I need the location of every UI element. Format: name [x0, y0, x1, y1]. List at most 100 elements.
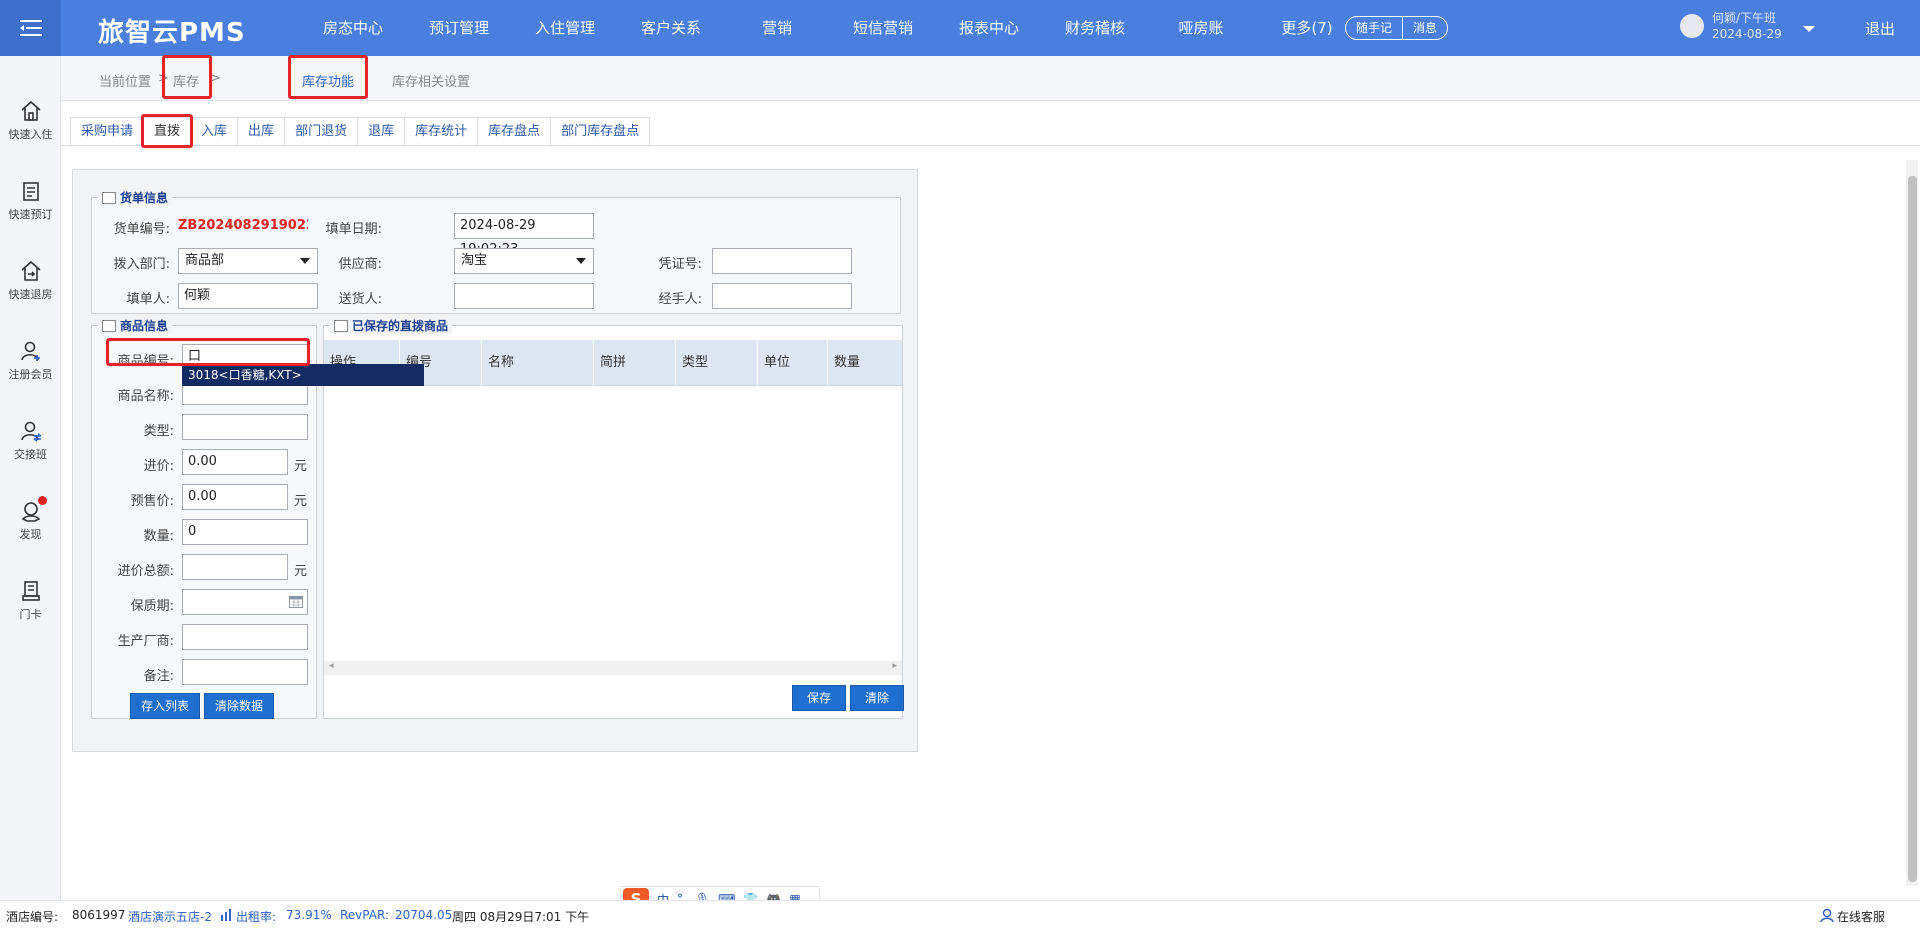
tab-purchase-request[interactable]: 采购申请 — [70, 117, 144, 146]
saved-goods-legend: 已保存的直拨商品 — [330, 317, 453, 334]
user-dropdown-icon[interactable] — [1803, 26, 1815, 32]
table-horizontal-scrollbar[interactable]: ◂ ▸ — [324, 661, 902, 675]
nav-reservation[interactable]: 预订管理 — [406, 0, 512, 56]
nav-room-status[interactable]: 房态中心 — [300, 0, 406, 56]
logout-button[interactable]: 退出 — [1865, 18, 1895, 39]
tab-stock-out[interactable]: 出库 — [237, 117, 285, 146]
sidebar-label: 门卡 — [19, 608, 42, 621]
sidebar-label: 发现 — [19, 528, 42, 541]
bill-number: ZB20240829190223 — [178, 218, 308, 233]
sidebar-label: 快速退房 — [8, 288, 53, 301]
col-quantity: 数量 — [834, 355, 861, 370]
sidebar-item-quick-checkout[interactable]: 快速退房 — [0, 244, 61, 314]
user-date: 2024-08-29 — [1712, 27, 1782, 41]
goods-code-suggestion[interactable]: 3018<口香糖,KXT> — [182, 364, 424, 386]
user-add-icon — [20, 341, 40, 361]
sidebar-item-quick-booking[interactable]: 快速预订 — [0, 164, 61, 234]
user-info[interactable]: 何颖/下午班 2024-08-29 — [1680, 10, 1782, 42]
tab-stock-stats[interactable]: 库存统计 — [404, 117, 478, 146]
sidebar-label: 交接班 — [14, 448, 47, 461]
clear-data-button[interactable]: 清除数据 — [204, 693, 274, 719]
sidebar-label: 快速预订 — [8, 208, 53, 221]
manufacturer-input[interactable] — [182, 624, 308, 650]
add-to-list-button[interactable]: 存入列表 — [130, 693, 200, 719]
goods-info-legend: 商品信息 — [98, 317, 173, 334]
direct-transfer-panel: 货单信息 货单编号: ZB20240829190223 填单日期: 2024-0… — [72, 169, 918, 752]
sidebar-item-door-card[interactable]: 门卡 — [0, 564, 61, 634]
tab-stock-in[interactable]: 入库 — [190, 117, 238, 146]
col-pinyin: 简拼 — [594, 340, 676, 386]
save-button[interactable]: 保存 — [792, 685, 846, 711]
voucher-input[interactable] — [712, 248, 852, 274]
yuan-unit: 元 — [294, 494, 308, 509]
annotation-box — [106, 338, 310, 366]
total-price-label: 进价总额: — [117, 564, 174, 579]
sidebar-item-quick-checkin[interactable]: 快速入住 — [0, 84, 61, 154]
booking-icon — [22, 182, 39, 201]
sidebar-item-discover[interactable]: 发现 — [0, 484, 61, 554]
nav-sms[interactable]: 短信营销 — [830, 0, 936, 56]
fill-date-input[interactable]: 2024-08-29 19:02:23 — [454, 213, 594, 257]
page-vertical-scrollbar[interactable] — [1906, 160, 1918, 886]
remark-label: 备注: — [143, 669, 174, 684]
goods-type-input[interactable] — [182, 414, 308, 440]
col-unit: 单位 — [758, 340, 828, 386]
sidebar-item-shift-handover[interactable]: 交接班 — [0, 404, 61, 474]
handler-label: 经手人: — [658, 292, 702, 307]
menu-icon — [19, 20, 42, 36]
nav-marketing[interactable]: 营销 — [724, 0, 830, 56]
sidebar-label: 快速入住 — [8, 128, 53, 141]
nav-dumb-room[interactable]: 哑房账 — [1148, 0, 1254, 56]
shelf-life-input[interactable] — [182, 589, 308, 615]
quick-note-button[interactable]: 随手记 — [1346, 17, 1402, 39]
sidebar-item-register-member[interactable]: 注册会员 — [0, 324, 61, 394]
revpar-value: 20704.05 — [395, 908, 453, 922]
remark-input[interactable] — [182, 659, 308, 685]
purchase-price-input[interactable]: 0.00 — [182, 449, 288, 475]
tab-dept-stocktake[interactable]: 部门库存盘点 — [550, 117, 651, 146]
nav-crm[interactable]: 客户关系 — [618, 0, 724, 56]
scroll-left-icon[interactable]: ◂ — [329, 661, 334, 671]
calendar-icon[interactable] — [289, 596, 303, 608]
sender-input[interactable] — [454, 283, 594, 309]
annotation-box — [162, 55, 212, 99]
hotel-name-link[interactable]: 酒店演示五店-2 — [128, 908, 212, 925]
checkout-icon — [20, 260, 41, 281]
handler-input[interactable] — [712, 283, 852, 309]
fill-date-label: 填单日期: — [325, 222, 382, 237]
online-service-link[interactable]: 在线客服 — [1837, 908, 1885, 925]
message-button[interactable]: 消息 — [1402, 17, 1447, 39]
tab-stocktake[interactable]: 库存盘点 — [477, 117, 551, 146]
top-bar: 旅智云PMS 房态中心 预订管理 入住管理 客户关系 营销 短信营销 报表中心 … — [0, 0, 1920, 56]
hotel-number: 8061997 — [72, 908, 126, 922]
presale-price-input[interactable]: 0.00 — [182, 484, 288, 510]
inventory-settings-tab[interactable]: 库存相关设置 — [392, 71, 470, 90]
customer-service-icon[interactable] — [1820, 908, 1834, 922]
annotation-box — [288, 55, 368, 99]
quantity-label: 数量: — [143, 529, 174, 544]
shelf-life-label: 保质期: — [130, 599, 174, 614]
nav-checkin[interactable]: 入住管理 — [512, 0, 618, 56]
purchase-price-label: 进价: — [143, 459, 174, 474]
scroll-right-icon[interactable]: ▸ — [892, 661, 897, 671]
brand-title: 旅智云PMS — [98, 18, 246, 48]
bill-info-legend: 货单信息 — [98, 189, 173, 206]
goods-name-label: 商品名称: — [117, 389, 174, 404]
main-nav: 房态中心 预订管理 入住管理 客户关系 营销 短信营销 报表中心 财务稽核 哑房… — [300, 0, 1360, 56]
tab-return-stock[interactable]: 退库 — [357, 117, 405, 146]
menu-toggle-button[interactable] — [0, 0, 61, 56]
nav-audit[interactable]: 财务稽核 — [1042, 0, 1148, 56]
total-price-input[interactable] — [182, 554, 288, 580]
quantity-input[interactable]: 0 — [182, 519, 308, 545]
current-time: 周四 08月29日7:01 下午 — [452, 910, 590, 924]
scrollbar-thumb[interactable] — [1908, 176, 1917, 882]
nav-reports[interactable]: 报表中心 — [936, 0, 1042, 56]
tab-dept-return[interactable]: 部门退货 — [284, 117, 358, 146]
clear-button[interactable]: 清除 — [850, 685, 904, 711]
hotel-number-label: 酒店编号: — [6, 910, 59, 924]
col-name: 名称 — [482, 340, 594, 386]
form-icon — [102, 191, 116, 204]
col-type: 类型 — [676, 340, 758, 386]
status-bar: 酒店编号: 8061997 酒店演示五店-2 出租率: 73.91% RevPA… — [0, 900, 1920, 929]
supplier-select[interactable]: 淘宝 — [454, 248, 594, 274]
